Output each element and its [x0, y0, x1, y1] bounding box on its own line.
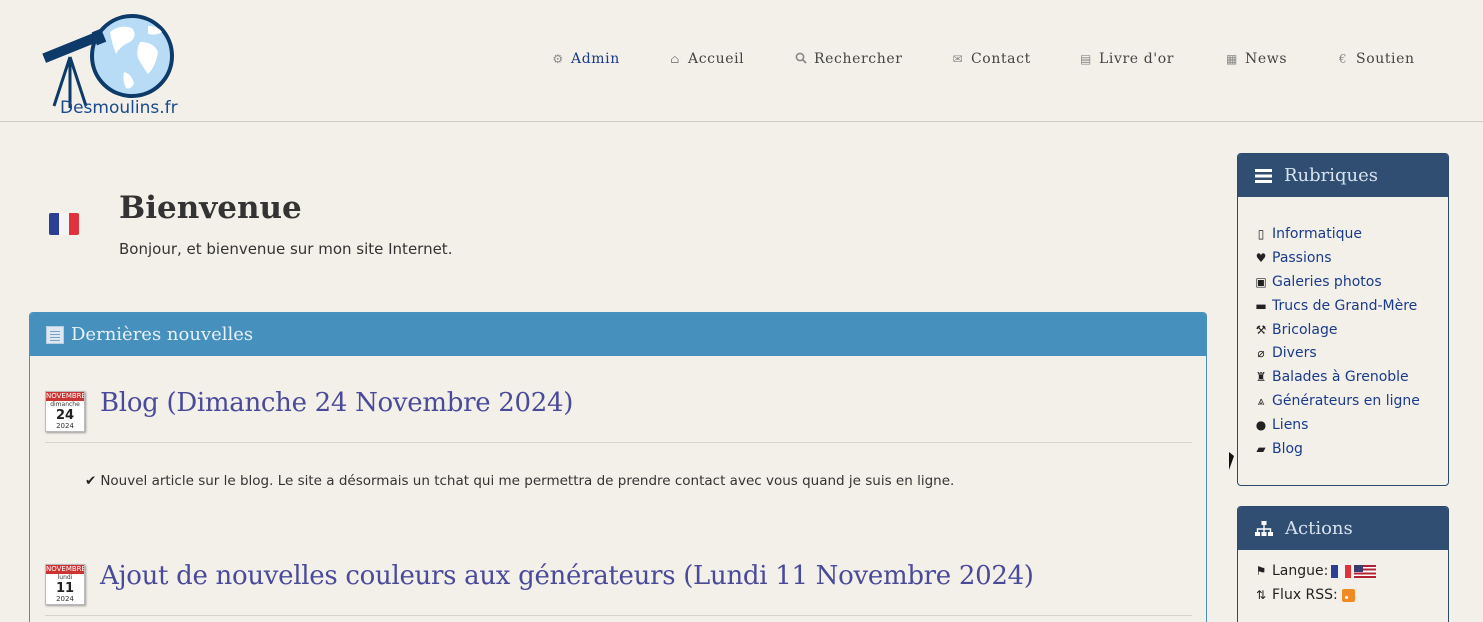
euro-icon: €: [1338, 52, 1348, 66]
logo-text: Desmoulins.fr: [60, 98, 178, 118]
divider: [45, 442, 1192, 443]
sidebar-item-galeries-photos[interactable]: ▣ Galeries photos: [1254, 270, 1448, 294]
sidebar-item-label: Galeries photos: [1272, 273, 1382, 290]
actions-list: ⚑ Langue: ⇅ Flux RSS:: [1238, 550, 1448, 607]
cal-year: 2024: [56, 422, 74, 430]
rss-icon[interactable]: [1341, 588, 1355, 602]
mouse-cursor-icon: [1229, 452, 1234, 470]
sidebar-item-passions[interactable]: ♥ Passions: [1254, 246, 1448, 270]
actions-panel: Actions ⚑ Langue: ⇅ Flux RSS:: [1237, 506, 1449, 622]
mobile-icon: ▯: [1257, 226, 1265, 241]
nav-rechercher-label: Rechercher: [814, 51, 903, 67]
language-label: Langue:: [1272, 563, 1329, 579]
sidebar-item-blog[interactable]: ▰ Blog: [1254, 437, 1448, 461]
globe-icon: ●: [1255, 418, 1267, 433]
rubriques-panel: Rubriques ▯ Informatique ♥ Passions ▣ Galer…: [1237, 153, 1449, 486]
sidebar-item-label: Trucs de Grand-Mère: [1272, 297, 1418, 314]
news-item-title[interactable]: Blog (Dimanche 24 Novembre 2024): [100, 388, 573, 418]
nav-admin[interactable]: ⚙ Admin: [551, 48, 620, 70]
newspaper-icon: [46, 325, 64, 344]
page-title: Bienvenue: [119, 190, 302, 226]
road-icon: ⩓: [1257, 393, 1265, 408]
home-icon: ⌂: [670, 52, 680, 66]
nav-admin-label: Admin: [571, 51, 620, 67]
calendar-date-icon: NOVEMBRE lundi 11 2024: [45, 564, 85, 605]
wrench-icon: ⚒: [1255, 322, 1267, 337]
nav-contact-label: Contact: [971, 51, 1031, 67]
sidebar-item-bricolage[interactable]: ⚒ Bricolage: [1254, 318, 1448, 342]
nav-news-label: News: [1245, 51, 1288, 67]
cal-month: NOVEMBRE: [46, 565, 84, 574]
sidebar-item-label: Blog: [1272, 440, 1303, 457]
rubriques-list: ▯ Informatique ♥ Passions ▣ Galeries photos…: [1238, 197, 1448, 461]
sidebar-item-label: Bricolage: [1272, 321, 1338, 338]
menu-icon: [1255, 168, 1272, 183]
sitemap-icon: [1255, 520, 1273, 537]
us-flag-icon[interactable]: [1354, 564, 1377, 578]
news-item-title[interactable]: Ajout de nouvelles couleurs aux générate…: [100, 561, 1034, 591]
sort-icon: ⇅: [1255, 588, 1267, 602]
french-flag-icon[interactable]: [1331, 564, 1352, 578]
cal-day-number: 11: [55, 581, 75, 596]
news-panel-header: Dernières nouvelles: [30, 313, 1206, 356]
picture-icon: ▣: [1255, 274, 1267, 289]
nav-livre-dor-label: Livre d'or: [1099, 51, 1175, 67]
site-header: Desmoulins.fr ⚙ Admin ⌂ Accueil Recherch…: [0, 0, 1483, 122]
nav-soutien[interactable]: € Soutien: [1336, 48, 1415, 70]
french-flag-icon: [49, 213, 79, 235]
flag-icon: ⚑: [1255, 564, 1267, 578]
sidebar-item-label: Balades à Grenoble: [1272, 369, 1409, 386]
book-icon: ▤: [1080, 52, 1092, 66]
rubriques-header: Rubriques: [1238, 154, 1448, 197]
rubriques-title: Rubriques: [1284, 165, 1379, 186]
cal-year: 2024: [56, 595, 74, 603]
tower-icon: ♜: [1255, 370, 1267, 385]
nav-soutien-label: Soutien: [1356, 51, 1415, 67]
sidebar-item-balades-grenoble[interactable]: ♜ Balades à Grenoble: [1254, 365, 1448, 389]
news-panel: Dernières nouvelles NOVEMBRE dimanche 24…: [29, 312, 1207, 622]
gears-icon: ⚙: [552, 52, 564, 66]
calendar-icon: ▦: [1226, 52, 1238, 66]
news-item-body: ✔ Nouvel article sur le blog. Le site a d…: [85, 473, 954, 489]
sidebar-item-liens[interactable]: ● Liens: [1254, 413, 1448, 437]
actions-header: Actions: [1238, 507, 1448, 550]
calendar-date-icon: NOVEMBRE dimanche 24 2024: [45, 391, 85, 432]
news-item-text: Nouvel article sur le blog. Le site a dé…: [100, 473, 955, 489]
paperclip-icon: ⌀: [1257, 346, 1265, 361]
sidebar-item-divers[interactable]: ⌀ Divers: [1254, 341, 1448, 365]
cal-month: NOVEMBRE: [46, 392, 84, 401]
rss-row: ⇅ Flux RSS:: [1254, 583, 1448, 607]
cal-day-number: 24: [55, 408, 75, 423]
search-icon: [794, 52, 808, 66]
nav-livre-dor[interactable]: ▤ Livre d'or: [1079, 48, 1174, 70]
sidebar-item-label: Informatique: [1272, 225, 1362, 242]
check-icon: ✔: [85, 473, 97, 489]
sidebar-item-generateurs[interactable]: ⩓ Générateurs en ligne: [1254, 389, 1448, 413]
rss-label: Flux RSS:: [1272, 587, 1338, 603]
sidebar-item-label: Divers: [1272, 345, 1317, 362]
comment-icon: ▬: [1255, 298, 1267, 313]
sidebar-item-trucs-grand-mere[interactable]: ▬ Trucs de Grand-Mère: [1254, 294, 1448, 318]
sidebar-item-label: Générateurs en ligne: [1272, 393, 1420, 410]
sidebar-item-informatique[interactable]: ▯ Informatique: [1254, 222, 1448, 246]
envelope-icon: ✉: [952, 52, 964, 66]
nav-rechercher[interactable]: Rechercher: [794, 48, 903, 70]
language-row: ⚑ Langue:: [1254, 559, 1448, 583]
nav-accueil-label: Accueil: [688, 51, 745, 67]
sidebar-item-label: Passions: [1272, 249, 1332, 266]
nav-contact[interactable]: ✉ Contact: [951, 48, 1031, 70]
news-panel-title: Dernières nouvelles: [71, 324, 254, 345]
nav-news[interactable]: ▦ News: [1225, 48, 1287, 70]
divider: [45, 615, 1192, 616]
sidebar-item-label: Liens: [1272, 417, 1309, 434]
briefcase-icon: ▰: [1256, 441, 1266, 456]
actions-title: Actions: [1285, 518, 1353, 539]
heart-icon: ♥: [1255, 250, 1267, 265]
welcome-text: Bonjour, et bienvenue sur mon site Inter…: [119, 240, 453, 258]
nav-accueil[interactable]: ⌂ Accueil: [668, 48, 744, 70]
